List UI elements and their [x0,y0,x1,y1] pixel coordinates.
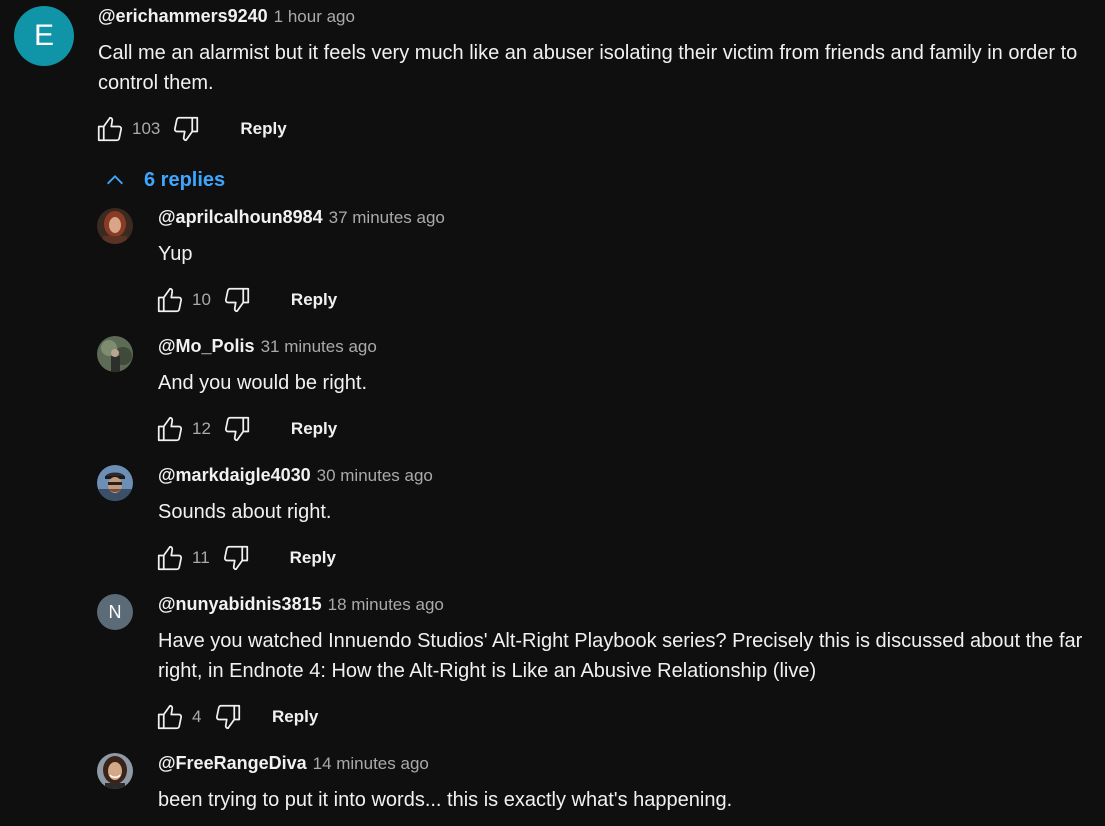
comment-author[interactable]: @Mo_Polis [158,336,255,357]
comment-author[interactable]: @FreeRangeDiva [158,753,307,774]
like-count: 11 [192,548,210,567]
chevron-up-icon [107,175,123,185]
thumbs-up-icon [157,416,183,442]
reply-button[interactable]: Reply [272,707,318,727]
like-button[interactable] [154,284,186,316]
comment-text: Have you watched Innuendo Studios' Alt-R… [158,630,1083,682]
comment-author[interactable]: @erichammers9240 [98,6,268,27]
dislike-button[interactable] [170,113,202,145]
like-button[interactable] [94,113,126,145]
comment-time[interactable]: 30 minutes ago [317,466,433,486]
avatar[interactable] [97,208,133,244]
comment-text: Sounds about right. [158,501,332,523]
thumbs-up-icon [157,545,183,571]
comment-body: @erichammers9240 1 hour ago Call me an a… [98,6,1097,98]
avatar-photo [97,753,133,789]
avatar[interactable] [97,465,133,501]
comment-actions: 4 Reply [154,700,318,734]
comment-actions: 11 Reply [154,541,336,575]
reply-button[interactable]: Reply [291,290,337,310]
like-count: 10 [192,290,211,309]
dislike-button[interactable] [220,542,252,574]
reply-button[interactable]: Reply [291,419,337,439]
comment-author[interactable]: @nunyabidnis3815 [158,594,322,615]
like-count: 103 [132,119,161,138]
avatar[interactable] [97,753,133,789]
comment-actions: 103 Reply [94,112,287,146]
avatar[interactable] [97,336,133,372]
avatar-photo [97,465,133,501]
comment-text: Call me an alarmist but it feels very mu… [98,42,1078,94]
avatar[interactable]: N [97,594,133,630]
replies-count-label: 6 replies [144,168,226,191]
comment-time[interactable]: 31 minutes ago [261,337,377,357]
avatar-letter: N [108,601,122,622]
like-count: 4 [192,707,202,726]
dislike-button[interactable] [221,284,253,316]
thumbs-up-icon [157,704,183,730]
like-button[interactable] [154,542,186,574]
thumbs-down-icon [224,416,250,442]
avatar-letter: E [33,19,54,52]
comment-time[interactable]: 1 hour ago [274,7,355,27]
comment-actions: 10 Reply [154,283,337,317]
reply-button[interactable]: Reply [290,548,336,568]
dislike-button[interactable] [221,413,253,445]
comment-text: been trying to put it into words... this… [158,789,733,811]
comment-time[interactable]: 14 minutes ago [313,754,429,774]
comment-time[interactable]: 37 minutes ago [329,208,445,228]
replies-toggle[interactable]: 6 replies [104,166,225,194]
comment-time[interactable]: 18 minutes ago [328,595,444,615]
thumbs-down-icon [174,116,199,142]
comment-actions: 12 Reply [154,412,337,446]
thumbs-up-icon [97,116,123,142]
comment-text: Yup [158,243,193,265]
reply-button[interactable]: Reply [240,119,286,139]
thumbs-up-icon [157,287,183,313]
comment-author[interactable]: @aprilcalhoun8984 [158,207,323,228]
thumbs-down-icon [224,287,250,313]
thumbs-down-icon [215,704,241,730]
like-button[interactable] [154,413,186,445]
comment-author[interactable]: @markdaigle4030 [158,465,311,486]
thumbs-down-icon [223,545,248,571]
like-count: 12 [192,419,211,438]
avatar-photo [97,336,133,372]
avatar-photo [97,208,133,244]
like-button[interactable] [154,701,186,733]
dislike-button[interactable] [212,701,244,733]
comment-text: And you would be right. [158,372,368,394]
avatar[interactable]: E [14,6,74,66]
